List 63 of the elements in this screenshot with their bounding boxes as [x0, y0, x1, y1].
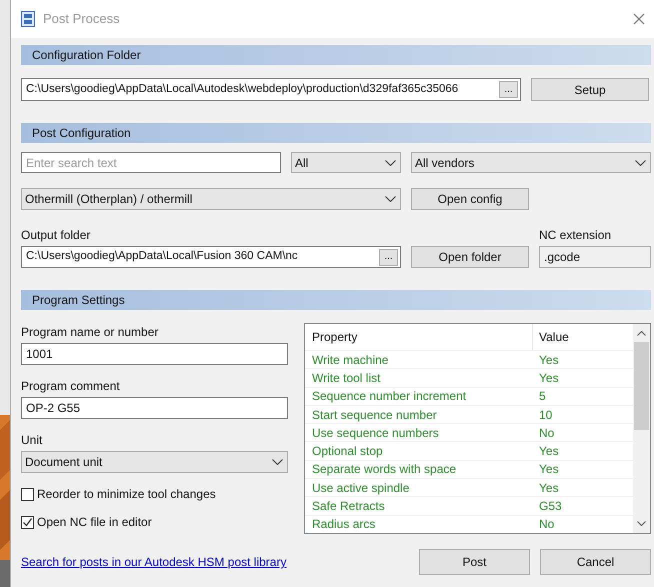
vendor-dropdown[interactable]: All vendors [411, 152, 651, 173]
section-header: Configuration Folder [21, 45, 651, 65]
scroll-down-icon[interactable] [637, 521, 646, 526]
table-cell-text: Yes [538, 461, 560, 478]
table-cell-text: 5 [538, 388, 547, 405]
open-folder-button[interactable]: Open folder [411, 246, 529, 268]
table-cell-text: No [538, 516, 556, 533]
checkbox-label[interactable]: Open NC file in editor [37, 513, 152, 531]
open-config-button[interactable]: Open config [411, 188, 529, 210]
table-cell-text: Start sequence number [311, 406, 438, 424]
field-label: Program name or number [21, 324, 158, 341]
table-cell-text: G53 [538, 498, 563, 515]
cancel-button[interactable]: Cancel [540, 549, 651, 575]
unit-dropdown[interactable]: Document unit [21, 451, 288, 473]
post-button[interactable]: Post [419, 549, 530, 575]
table-cell-text: Yes [538, 443, 560, 460]
checkbox[interactable] [21, 516, 34, 528]
table-cell-text: Separate words with space [311, 461, 458, 478]
scroll-thumb[interactable] [634, 342, 649, 430]
post-dropdown[interactable]: Othermill (Otherplan) / othermill [21, 188, 401, 210]
field-label: Program comment [21, 378, 120, 395]
type-dropdown[interactable]: All [291, 152, 401, 173]
chevron-icon [385, 196, 396, 202]
field-label: Output folder [21, 227, 90, 244]
checkbox[interactable] [21, 488, 34, 500]
table-cell-text: Write tool list [311, 370, 382, 387]
table-cell-text: Write machine [311, 352, 390, 368]
nc-extension-field[interactable]: .gcode [539, 246, 651, 268]
scroll-up-icon[interactable] [637, 331, 646, 336]
table-cell-text: Sequence number increment [311, 388, 468, 405]
section-header: Post Configuration [21, 123, 651, 143]
field-label: NC extension [539, 227, 612, 244]
close-icon[interactable] [633, 13, 645, 25]
table-cell-text: Yes [538, 370, 560, 387]
table-cell-text: 10 [538, 406, 554, 424]
post-library-link[interactable]: Search for posts in our Autodesk HSM post library [21, 553, 286, 571]
table-cell-text: Use sequence numbers [311, 424, 440, 442]
table-cell-text: Radius arcs [311, 516, 376, 533]
column-header[interactable]: Value [533, 324, 633, 350]
field-label: Unit [21, 432, 42, 449]
search-field[interactable]: Enter search text [21, 152, 281, 173]
table-cell-text: No [538, 424, 556, 442]
output-folder-field[interactable]: C:\Users\goodieg\AppData\Local\Fusion 360 CAM\nc ... [21, 246, 401, 268]
scrollbar[interactable] [633, 324, 650, 533]
app-icon [21, 11, 35, 27]
section-header: Program Settings [21, 290, 651, 310]
path-field[interactable]: C:\Users\goodieg\AppData\Local\Autodesk\webdeploy\production\d329faf365c35066 ... [21, 78, 521, 101]
checkbox-label[interactable]: Reorder to minimize tool changes [37, 485, 216, 503]
program-name-field[interactable]: 1001 [21, 343, 288, 365]
table-cell-text: Yes [538, 480, 560, 496]
column-header[interactable]: Property [305, 324, 533, 350]
table-cell-text: Optional stop [311, 443, 384, 460]
browse-button[interactable]: ... [379, 248, 398, 266]
setup-button[interactable]: Setup [531, 78, 649, 101]
chevron-icon [385, 160, 396, 166]
table-cell-text: Use active spindle [311, 480, 410, 496]
table-cell-text: Yes [538, 352, 560, 368]
chevron-icon [272, 459, 283, 465]
table-cell-text: Safe Retracts [311, 498, 386, 515]
program-comment-field[interactable]: OP-2 G55 [21, 397, 288, 419]
browse-button[interactable]: ... [499, 81, 518, 98]
chevron-icon [635, 160, 646, 166]
window-title: Post Process [43, 10, 121, 28]
